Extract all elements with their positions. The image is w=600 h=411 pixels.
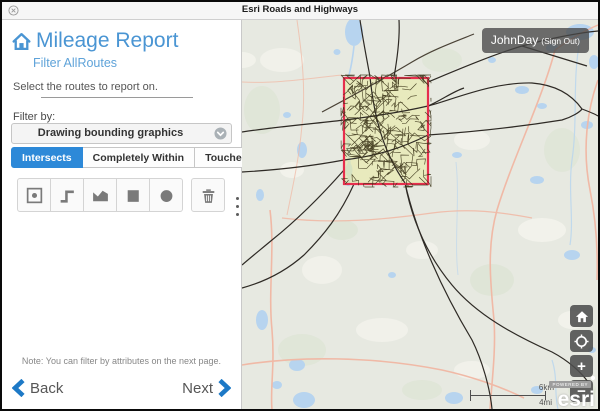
dropdown-value: Drawing bounding graphics — [12, 127, 209, 139]
powered-by-label: POWERED BY — [549, 381, 591, 388]
instruction-text: Select the routes to report on. — [13, 81, 158, 93]
username: JohnDay — [491, 33, 538, 47]
window-title: Esri Roads and Highways — [2, 4, 598, 15]
divider — [41, 97, 193, 98]
trash-icon — [199, 186, 218, 205]
filter-allroutes-link[interactable]: Filter AllRoutes — [33, 56, 117, 70]
next-button[interactable]: Next — [177, 379, 231, 397]
tab-intersects[interactable]: Intersects — [11, 147, 83, 168]
page-title: Mileage Report — [36, 29, 178, 53]
point-icon — [25, 186, 44, 205]
circle-icon — [157, 186, 176, 205]
locate-button[interactable] — [570, 330, 593, 352]
locate-icon — [574, 334, 589, 349]
circle-tool-button[interactable] — [150, 178, 183, 212]
home-icon — [575, 310, 589, 323]
polyline-icon — [58, 186, 77, 205]
next-label: Next — [182, 380, 213, 397]
chevron-left-icon — [12, 379, 25, 397]
chevron-down-icon — [214, 127, 227, 140]
navigation-row: Back Next — [12, 379, 231, 401]
chevron-right-icon — [218, 379, 231, 397]
polygon-icon — [91, 186, 110, 205]
user-signout-button[interactable]: JohnDay(Sign Out) — [482, 28, 589, 53]
sign-out-label: (Sign Out) — [541, 36, 580, 46]
rectangle-icon — [124, 186, 143, 205]
point-tool-button[interactable] — [17, 178, 51, 212]
map-view[interactable]: JohnDay(Sign Out) + − 6km 4mi — [242, 20, 598, 409]
filter-method-dropdown[interactable]: Drawing bounding graphics — [11, 123, 232, 144]
scale-bar: 6km 4mi — [470, 386, 550, 408]
filter-by-label: Filter by: — [13, 111, 55, 123]
clear-graphics-button[interactable] — [191, 178, 225, 212]
panel-drag-handle[interactable] — [234, 197, 240, 221]
esri-attribution: POWERED BY esri — [549, 373, 595, 409]
polygon-tool-button[interactable] — [84, 178, 117, 212]
app-window: Esri Roads and Highways Mileage Report F… — [0, 0, 600, 411]
basemap — [242, 20, 598, 409]
rectangle-tool-button[interactable] — [117, 178, 150, 212]
note-text: Note: You can filter by attributes on th… — [2, 356, 241, 366]
back-label: Back — [30, 380, 63, 397]
titlebar: Esri Roads and Highways — [2, 2, 598, 20]
home-icon — [11, 31, 32, 52]
polyline-tool-button[interactable] — [51, 178, 84, 212]
esri-logo: esri — [549, 391, 595, 409]
draw-toolbar — [17, 178, 225, 212]
esri-globe-dot — [591, 376, 595, 380]
mileage-report-panel: Mileage Report Filter AllRoutes Select t… — [2, 20, 242, 409]
spatial-relation-tabs: Intersects Completely Within Touches Edg… — [11, 147, 231, 168]
scale-line — [470, 395, 546, 396]
tab-completely-within[interactable]: Completely Within — [83, 147, 196, 168]
back-button[interactable]: Back — [12, 379, 68, 397]
home-extent-button[interactable] — [570, 305, 593, 327]
zoom-in-label: + — [577, 359, 586, 374]
panel-header: Mileage Report — [11, 29, 178, 53]
